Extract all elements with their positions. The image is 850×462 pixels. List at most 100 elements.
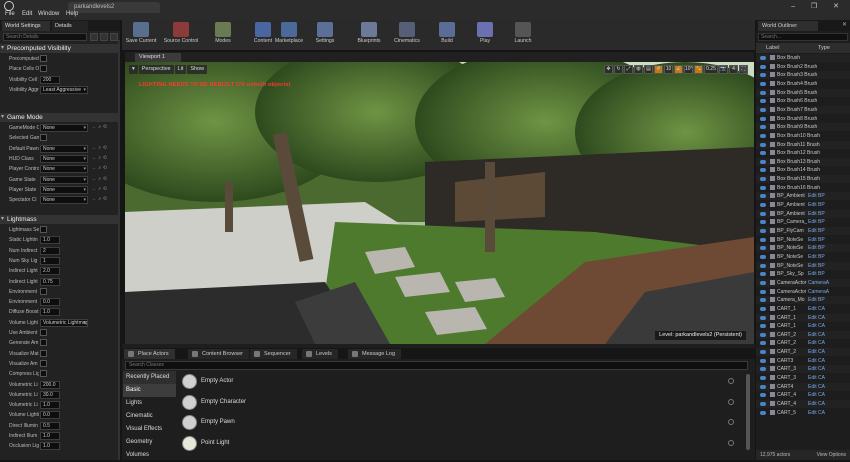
- maximize-icon[interactable]: ⛶: [739, 65, 748, 74]
- window-controls[interactable]: – ❐ ✕: [791, 2, 846, 10]
- outliner-row[interactable]: Box Brush5 Brush: [756, 88, 850, 97]
- visibility-eye-icon[interactable]: [760, 332, 766, 337]
- visibility-eye-icon[interactable]: [760, 350, 766, 355]
- tab-content-browser[interactable]: Content Browser: [188, 349, 249, 359]
- visibility-eye-icon[interactable]: [760, 142, 766, 147]
- actor-type[interactable]: Edit BP: [808, 201, 825, 209]
- outliner-row[interactable]: Box Brush6 Brush: [756, 97, 850, 105]
- place-actor-item[interactable]: Empty Actor: [179, 372, 734, 392]
- property-checkbox[interactable]: [40, 339, 47, 347]
- toolbar-button-save[interactable]: Save Current: [122, 21, 160, 49]
- actor-type[interactable]: Edit CA: [808, 339, 825, 347]
- visibility-eye-icon[interactable]: [760, 133, 766, 138]
- outliner-row[interactable]: CameraActor CameraA: [756, 278, 850, 287]
- visibility-eye-icon[interactable]: [760, 64, 766, 69]
- property-checkbox[interactable]: [40, 329, 47, 336]
- lit-button[interactable]: Lit: [174, 65, 187, 74]
- property-value[interactable]: 0.0: [40, 298, 60, 307]
- outliner-search-input[interactable]: Search...: [758, 33, 848, 41]
- actor-type[interactable]: Edit BP: [808, 236, 825, 244]
- visibility-eye-icon[interactable]: [760, 315, 766, 320]
- actor-type[interactable]: Edit BP: [808, 210, 825, 218]
- toolbar-button-launch[interactable]: Launch: [504, 21, 542, 49]
- tab-world-settings[interactable]: World Settings: [2, 21, 50, 31]
- outliner-row[interactable]: BP_Ambient Edit BP: [756, 201, 850, 209]
- outliner-row[interactable]: Box Brush7 Brush: [756, 105, 850, 114]
- visibility-eye-icon[interactable]: [760, 229, 766, 233]
- asset-tools-icon[interactable]: ← ⌕ ⟲: [92, 155, 107, 161]
- visibility-eye-icon[interactable]: [760, 246, 766, 251]
- property-value[interactable]: None ▾: [40, 124, 88, 132]
- actor-type[interactable]: Edit CA: [808, 322, 825, 330]
- view-options-button[interactable]: View Options: [817, 452, 846, 458]
- outliner-row[interactable]: Box Brush10 Brush: [756, 132, 850, 140]
- outliner-row[interactable]: BP_Sky_Sp Edit BP: [756, 270, 850, 278]
- category-lights[interactable]: Lights: [123, 397, 176, 410]
- actor-type[interactable]: CameraA: [808, 279, 829, 287]
- property-checkbox[interactable]: [40, 134, 47, 142]
- visibility-eye-icon[interactable]: [760, 211, 766, 216]
- window-tab[interactable]: parkandlevels2: [68, 2, 160, 13]
- visibility-eye-icon[interactable]: [760, 185, 766, 190]
- menu-help[interactable]: Help: [66, 11, 78, 17]
- place-actor-item[interactable]: Empty Character: [179, 393, 734, 413]
- translate-icon[interactable]: ✥: [604, 65, 613, 74]
- outliner-row[interactable]: Camera_Mo Edit BP: [756, 296, 850, 305]
- asset-tools-icon[interactable]: ← ⌕ ⟲: [92, 196, 107, 202]
- actor-type[interactable]: Edit CA: [808, 305, 825, 313]
- actor-type[interactable]: Edit CA: [808, 331, 825, 339]
- category-visual-effects[interactable]: Visual Effects: [123, 423, 176, 436]
- visibility-eye-icon[interactable]: [760, 341, 766, 346]
- actor-type[interactable]: Edit CA: [808, 400, 825, 408]
- outliner-row[interactable]: Box Brush15 Brush: [756, 175, 850, 184]
- visibility-eye-icon[interactable]: [760, 107, 766, 112]
- toolbar-button-source-control[interactable]: Source Control: [162, 21, 200, 49]
- category-geometry[interactable]: Geometry: [123, 436, 176, 449]
- actor-type[interactable]: Edit CA: [808, 409, 825, 417]
- property-checkbox[interactable]: [40, 349, 47, 357]
- visibility-eye-icon[interactable]: [760, 125, 766, 130]
- visibility-eye-icon[interactable]: [760, 272, 766, 277]
- property-value[interactable]: None ▾: [40, 154, 88, 163]
- details-search-input[interactable]: Search Details: [3, 33, 87, 41]
- visibility-eye-icon[interactable]: [760, 159, 766, 164]
- outliner-row[interactable]: Box Brush11 Brush: [756, 140, 850, 149]
- outliner-row[interactable]: CART_1 Edit CA: [756, 322, 850, 330]
- visibility-eye-icon[interactable]: [760, 90, 766, 95]
- place-actor-item[interactable]: Point Light: [179, 434, 734, 454]
- camera-speed-value[interactable]: 4: [729, 65, 738, 74]
- property-checkbox[interactable]: [40, 287, 47, 295]
- outliner-row[interactable]: CART3 Edit CA: [756, 357, 850, 365]
- asset-tools-icon[interactable]: ← ⌕ ⟲: [92, 145, 107, 151]
- toolbar-button-blueprints[interactable]: Blueprints: [350, 21, 388, 49]
- place-actors-scrollbar[interactable]: [746, 374, 750, 450]
- asset-tools-icon[interactable]: ← ⌕ ⟲: [92, 165, 107, 171]
- property-value[interactable]: 200.0: [40, 380, 60, 389]
- property-checkbox[interactable]: [40, 370, 47, 378]
- property-value[interactable]: 1.0: [40, 401, 60, 410]
- outliner-row[interactable]: CART_3 Edit CA: [756, 365, 850, 374]
- grid-snap-icon[interactable]: #: [654, 65, 663, 74]
- property-checkbox[interactable]: [40, 226, 47, 233]
- visibility-eye-icon[interactable]: [760, 168, 766, 173]
- column-label[interactable]: Label: [766, 45, 779, 51]
- toolbar-button-cinematics[interactable]: Cinematics: [388, 21, 426, 49]
- property-value[interactable]: 0.75: [40, 277, 60, 286]
- help-icon[interactable]: [728, 378, 734, 384]
- category-volumes[interactable]: Volumes: [123, 449, 176, 462]
- actor-type[interactable]: Edit BP: [808, 192, 825, 200]
- asset-tools-icon[interactable]: ← ⌕ ⟲: [92, 186, 107, 192]
- outliner-row[interactable]: Box Brush2 Brush: [756, 63, 850, 71]
- property-checkbox[interactable]: [40, 65, 47, 73]
- outliner-row[interactable]: CART_2 Edit CA: [756, 339, 850, 347]
- visibility-eye-icon[interactable]: [760, 306, 766, 311]
- visibility-eye-icon[interactable]: [760, 384, 766, 389]
- actor-type[interactable]: Edit CA: [808, 374, 825, 382]
- property-value[interactable]: 1.0: [40, 308, 60, 317]
- outliner-row[interactable]: Box Brush3 Brush: [756, 71, 850, 80]
- world-icon[interactable]: ◍: [634, 65, 643, 74]
- outliner-row[interactable]: CART_1 Edit CA: [756, 305, 850, 313]
- toolbar-button-build[interactable]: Build: [428, 21, 466, 49]
- visibility-eye-icon[interactable]: [760, 177, 766, 182]
- outliner-row[interactable]: CART_2 Edit CA: [756, 348, 850, 357]
